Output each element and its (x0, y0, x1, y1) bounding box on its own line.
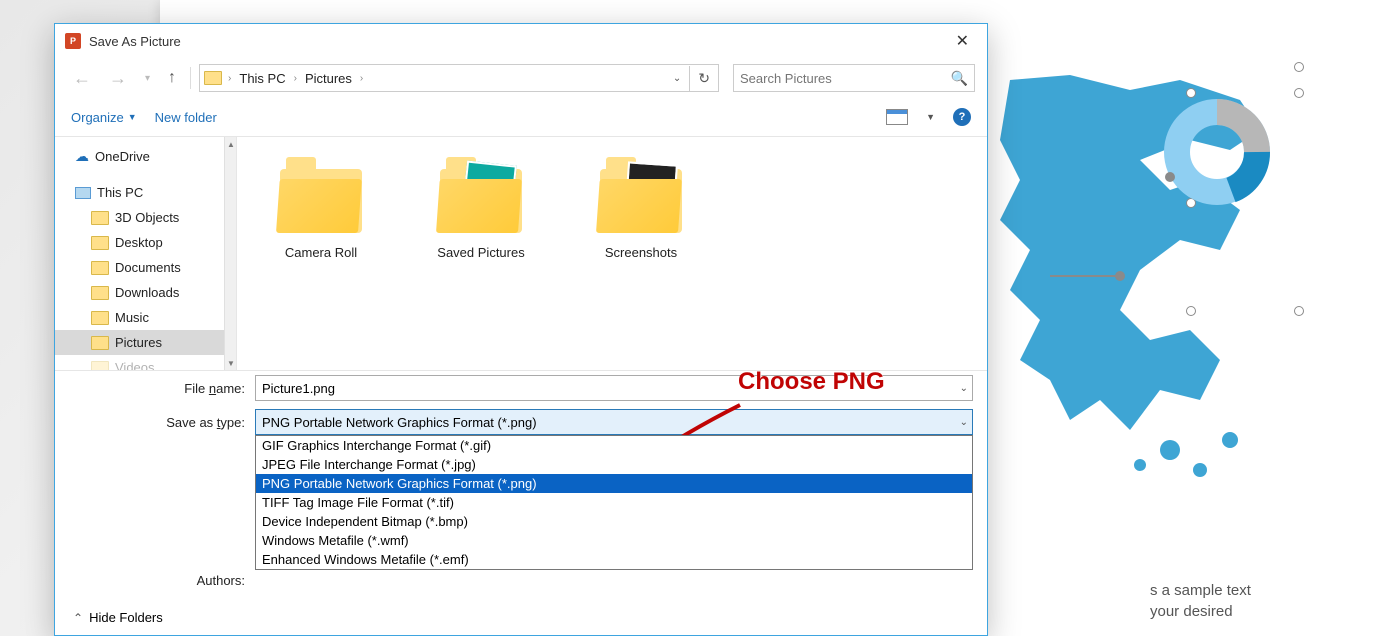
nav-item-label: Videos (115, 360, 155, 370)
bottom-form: File name: Picture1.png ⌄ Save as type: … (55, 370, 987, 635)
folder-icon (91, 336, 109, 350)
filetype-option[interactable]: Enhanced Windows Metafile (*.emf) (256, 550, 972, 569)
chevron-right-icon[interactable]: › (224, 73, 235, 84)
help-button[interactable]: ? (953, 108, 971, 126)
nav-row: ← → ▾ ↑ › This PC › Pictures › ⌄ ↻ 🔍 (55, 58, 987, 98)
chevron-up-icon: ⌃ (73, 611, 83, 625)
nav-item-downloads[interactable]: Downloads (55, 280, 236, 305)
folder-icon (436, 157, 526, 233)
folder-icon (91, 311, 109, 325)
filename-label: File name: (55, 381, 255, 396)
main-area: ☁ OneDrive This PC 3D Objects Desktop Docu… (55, 136, 987, 370)
search-box[interactable]: 🔍 (733, 64, 975, 92)
filetype-dropdown-button[interactable]: ⌄ (960, 417, 968, 428)
back-button[interactable]: ← (67, 64, 97, 93)
nav-item-videos[interactable]: Videos (55, 355, 236, 370)
folder-icon (91, 236, 109, 250)
up-button[interactable]: ↑ (162, 65, 182, 91)
new-folder-button[interactable]: New folder (155, 110, 217, 125)
nav-item-documents[interactable]: Documents (55, 255, 236, 280)
toolbar: Organize▼ New folder ▼ ? (55, 98, 987, 136)
search-icon[interactable]: 🔍 (951, 70, 968, 87)
folder-icon (276, 157, 366, 233)
content-pane[interactable]: Camera Roll Saved Pictures Screenshots (237, 137, 987, 370)
nav-item-label: Music (115, 310, 149, 325)
annotation-text: Choose PNG (738, 368, 885, 396)
hide-folders-button[interactable]: Hide Folders (89, 610, 163, 625)
organize-button[interactable]: Organize▼ (71, 110, 137, 125)
navigation-pane[interactable]: ☁ OneDrive This PC 3D Objects Desktop Docu… (55, 137, 237, 370)
donut-leader-line (1050, 268, 1170, 292)
authors-label: Authors: (55, 573, 255, 588)
nav-scrollbar[interactable]: ▲ ▼ (224, 137, 236, 370)
folder-icon (91, 211, 109, 225)
rotate-handle[interactable] (1294, 62, 1304, 72)
selection-handle[interactable] (1294, 306, 1304, 316)
filetype-option[interactable]: Device Independent Bitmap (*.bmp) (256, 512, 972, 531)
view-mode-button[interactable] (886, 109, 908, 125)
powerpoint-icon: P (65, 33, 81, 49)
nav-item-music[interactable]: Music (55, 305, 236, 330)
filename-dropdown-button[interactable]: ⌄ (960, 383, 968, 394)
folder-icon (204, 71, 222, 85)
selection-handle[interactable] (1186, 306, 1196, 316)
nav-this-pc[interactable]: This PC (55, 180, 236, 205)
folder-label: Camera Roll (285, 245, 357, 260)
nav-item-label: Documents (115, 260, 181, 275)
search-input[interactable] (740, 71, 951, 86)
separator (190, 67, 191, 89)
filetype-value: PNG Portable Network Graphics Format (*.… (262, 415, 537, 430)
refresh-button[interactable]: ↻ (689, 66, 718, 91)
folder-tile-screenshots[interactable]: Screenshots (581, 157, 701, 260)
address-bar[interactable]: › This PC › Pictures › ⌄ ↻ (199, 64, 719, 92)
filetype-option[interactable]: JPEG File Interchange Format (*.jpg) (256, 455, 972, 474)
filetype-dropdown-list[interactable]: GIF Graphics Interchange Format (*.gif)J… (255, 435, 973, 570)
nav-item-3d-objects[interactable]: 3D Objects (55, 205, 236, 230)
folder-icon (91, 286, 109, 300)
scroll-down-button[interactable]: ▼ (225, 356, 237, 370)
scroll-up-button[interactable]: ▲ (225, 137, 237, 151)
breadcrumb-current[interactable]: Pictures (303, 71, 354, 86)
folder-tile-saved-pictures[interactable]: Saved Pictures (421, 157, 541, 260)
filetype-label: Save as type: (55, 415, 255, 430)
slide-body-text: s a sample text your desired (1150, 580, 1251, 622)
pc-icon (75, 187, 91, 199)
footer: ⌃ Hide Folders (55, 592, 987, 635)
cloud-icon: ☁ (75, 148, 89, 165)
filename-value: Picture1.png (262, 381, 335, 396)
forward-button[interactable]: → (103, 64, 133, 93)
breadcrumb-root[interactable]: This PC (237, 71, 287, 86)
nav-item-label: Pictures (115, 335, 162, 350)
save-as-dialog: P Save As Picture ✕ ← → ▾ ↑ › This PC › … (54, 23, 988, 636)
filetype-combo[interactable]: PNG Portable Network Graphics Format (*.… (255, 409, 973, 435)
nav-item-pictures[interactable]: Pictures (55, 330, 236, 355)
donut-chart[interactable] (1160, 95, 1275, 210)
filetype-option[interactable]: Windows Metafile (*.wmf) (256, 531, 972, 550)
chevron-right-icon[interactable]: › (356, 73, 367, 84)
chevron-right-icon[interactable]: › (290, 73, 301, 84)
nav-item-label: Desktop (115, 235, 163, 250)
folder-icon (91, 361, 109, 371)
folder-tile-camera-roll[interactable]: Camera Roll (261, 157, 381, 260)
folder-icon (596, 157, 686, 233)
close-button[interactable]: ✕ (948, 29, 977, 53)
filetype-option[interactable]: TIFF Tag Image File Format (*.tif) (256, 493, 972, 512)
nav-item-desktop[interactable]: Desktop (55, 230, 236, 255)
nav-item-label: Downloads (115, 285, 179, 300)
recent-locations-button[interactable]: ▾ (139, 69, 156, 88)
folder-icon (91, 261, 109, 275)
filetype-option[interactable]: PNG Portable Network Graphics Format (*.… (256, 474, 972, 493)
selection-handle[interactable] (1294, 88, 1304, 98)
view-mode-caret[interactable]: ▼ (926, 112, 935, 122)
folder-label: Saved Pictures (437, 245, 524, 260)
dialog-title: Save As Picture (89, 34, 181, 49)
filetype-option[interactable]: GIF Graphics Interchange Format (*.gif) (256, 436, 972, 455)
nav-item-label: 3D Objects (115, 210, 179, 225)
address-dropdown-button[interactable]: ⌄ (667, 69, 687, 88)
title-bar: P Save As Picture ✕ (55, 24, 987, 58)
nav-onedrive[interactable]: ☁ OneDrive (55, 143, 236, 170)
folder-label: Screenshots (605, 245, 677, 260)
